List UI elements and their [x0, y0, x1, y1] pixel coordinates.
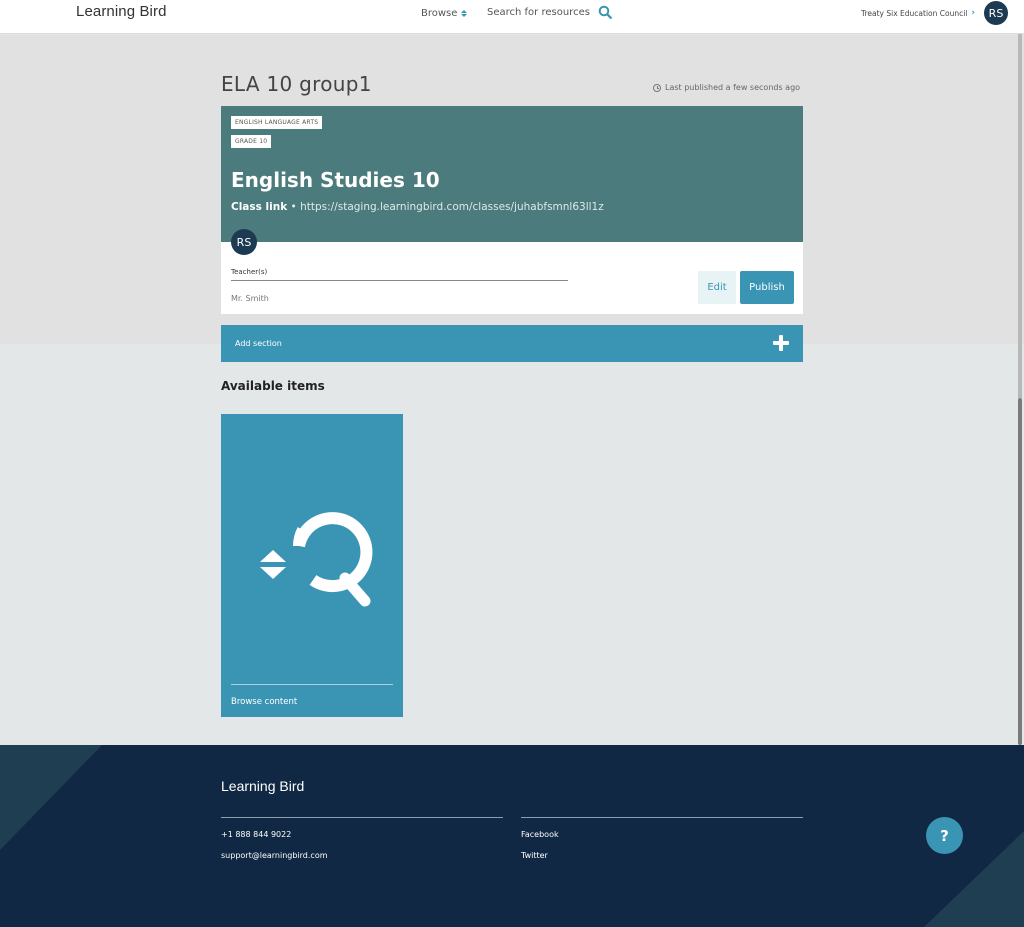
last-published-status: Last published a few seconds ago — [653, 83, 800, 92]
page-title: ELA 10 group1 — [221, 72, 372, 96]
class-link: Class link • https://staging.learningbir… — [231, 201, 604, 213]
edit-button[interactable]: Edit — [698, 271, 736, 304]
tile-divider — [231, 684, 393, 685]
class-link-separator: • — [290, 201, 297, 213]
page-scrollbar[interactable] — [1016, 0, 1024, 927]
footer-decoration-left — [0, 745, 102, 850]
teacher-label: Teacher(s) — [231, 268, 268, 276]
footer-logo[interactable]: Learning Bird — [221, 778, 304, 794]
browse-content-tile[interactable]: Browse content — [221, 414, 403, 717]
class-card-header: ENGLISH LANGUAGE ARTS GRADE 10 English S… — [221, 106, 803, 242]
browse-content-label: Browse content — [231, 697, 298, 707]
browse-menu[interactable]: Browse — [421, 8, 468, 19]
plus-icon — [773, 335, 789, 351]
last-published-text: Last published a few seconds ago — [665, 83, 801, 92]
browse-search-icon — [260, 512, 373, 607]
class-card: ENGLISH LANGUAGE ARTS GRADE 10 English S… — [221, 106, 803, 314]
browse-label: Browse — [421, 8, 458, 19]
help-button[interactable]: ? — [926, 817, 963, 854]
add-section-button[interactable]: Add section — [221, 325, 803, 362]
class-link-label: Class link — [231, 201, 288, 213]
search-resources[interactable]: Search for resources — [487, 5, 612, 19]
footer-divider-left — [221, 817, 503, 818]
course-title: English Studies 10 — [231, 168, 440, 192]
footer: Learning Bird +1 888 844 9022 support@le… — [0, 745, 1024, 927]
add-section-label: Add section — [235, 339, 282, 348]
sort-updown-icon — [461, 10, 468, 17]
publish-button[interactable]: Publish — [740, 271, 794, 304]
footer-facebook-link[interactable]: Facebook — [521, 830, 559, 839]
organization-name: Treaty Six Education Council — [861, 8, 968, 18]
search-icon — [598, 5, 612, 19]
teacher-divider — [231, 280, 568, 281]
top-navigation-bar: Learning Bird Browse Search for resource… — [0, 0, 1024, 34]
subject-tag: ENGLISH LANGUAGE ARTS — [231, 116, 323, 129]
search-label: Search for resources — [487, 6, 590, 18]
clock-icon — [653, 83, 661, 92]
class-link-url[interactable]: https://staging.learningbird.com/classes… — [300, 201, 604, 213]
scrollbar-track — [1018, 34, 1022, 398]
available-items-heading: Available items — [221, 379, 325, 393]
grade-tag: GRADE 10 — [231, 135, 272, 148]
logo[interactable]: Learning Bird — [76, 3, 167, 20]
scrollbar-thumb[interactable] — [1018, 398, 1022, 745]
chevron-right-icon: › — [971, 8, 976, 18]
organization-link[interactable]: Treaty Six Education Council › — [861, 8, 975, 18]
footer-email-link[interactable]: support@learningbird.com — [221, 851, 328, 860]
footer-twitter-link[interactable]: Twitter — [521, 851, 548, 860]
teacher-avatar: RS — [231, 229, 257, 255]
teacher-name: Mr. Smith — [231, 294, 269, 303]
footer-phone-link[interactable]: +1 888 844 9022 — [221, 830, 291, 839]
footer-divider-right — [521, 817, 803, 818]
user-avatar[interactable]: RS — [984, 1, 1008, 25]
